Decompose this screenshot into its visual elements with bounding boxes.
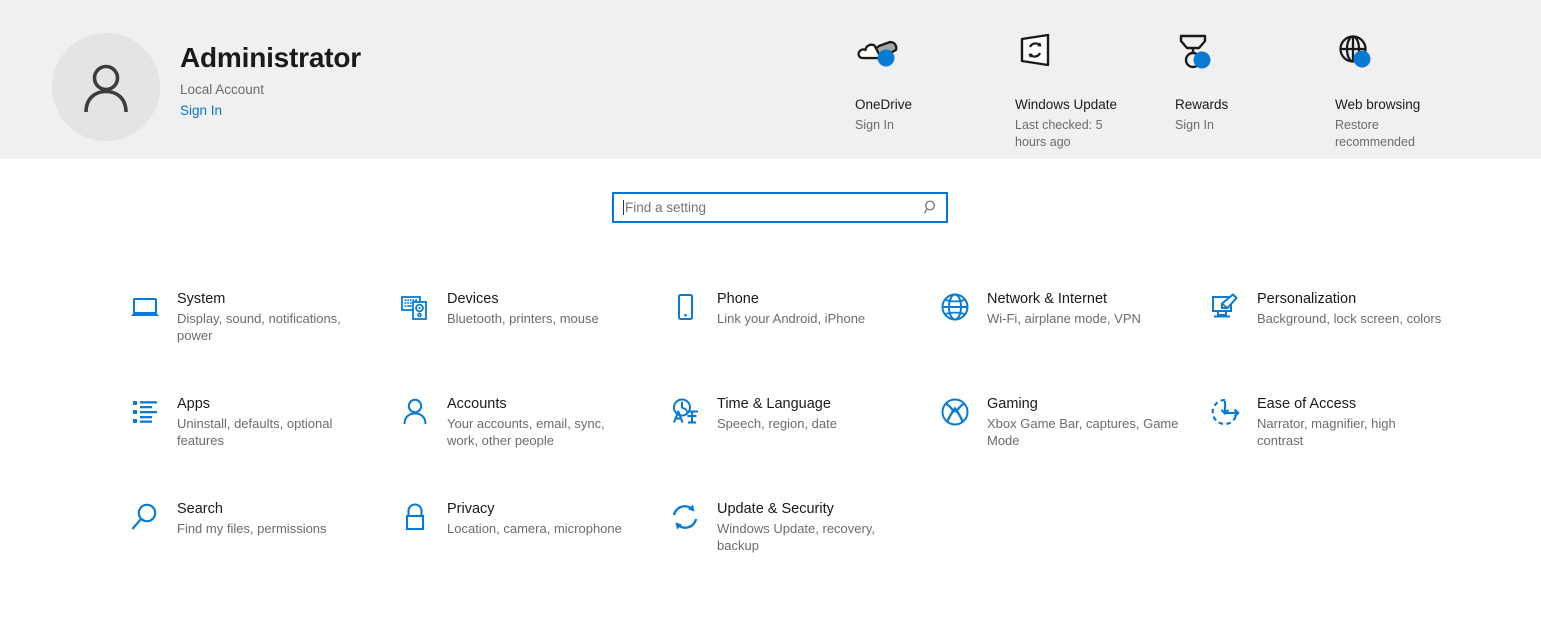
settings-tile-title: Network & Internet bbox=[987, 290, 1141, 309]
settings-tile-title: Search bbox=[177, 500, 327, 519]
status-tile-web-browsing[interactable]: Web browsing Restore recommended bbox=[1335, 30, 1495, 150]
settings-tile-title: Accounts bbox=[447, 395, 633, 414]
settings-tile-title: Privacy bbox=[447, 500, 622, 519]
account-name: Administrator bbox=[180, 42, 361, 74]
onedrive-cloud-icon bbox=[855, 30, 1015, 76]
settings-tile-subtitle: Your accounts, email, sync, work, other … bbox=[447, 416, 633, 449]
globe-icon bbox=[938, 290, 972, 324]
status-tile-title: Windows Update bbox=[1015, 96, 1175, 114]
settings-tile-subtitle: Find my files, permissions bbox=[177, 521, 327, 538]
settings-tile-subtitle: Bluetooth, printers, mouse bbox=[447, 311, 599, 328]
settings-tile-title: Phone bbox=[717, 290, 865, 309]
search-input[interactable] bbox=[624, 198, 916, 218]
settings-tile-ease-of-access[interactable]: Ease of Access Narrator, magnifier, high… bbox=[1208, 388, 1456, 493]
settings-tile-subtitle: Wi-Fi, airplane mode, VPN bbox=[987, 311, 1141, 328]
avatar[interactable] bbox=[52, 33, 160, 141]
phone-icon bbox=[668, 290, 702, 324]
settings-tile-apps[interactable]: Apps Uninstall, defaults, optional featu… bbox=[128, 388, 376, 493]
status-tile-onedrive[interactable]: OneDrive Sign In bbox=[855, 30, 1015, 150]
settings-tile-accounts[interactable]: Accounts Your accounts, email, sync, wor… bbox=[398, 388, 646, 493]
settings-tile-title: Personalization bbox=[1257, 290, 1441, 309]
status-tile-subtitle: Restore recommended bbox=[1335, 117, 1440, 150]
keyboard-mouse-icon bbox=[398, 290, 432, 324]
status-tiles: OneDrive Sign In Windows Update Last che… bbox=[855, 30, 1495, 150]
settings-tile-subtitle: Background, lock screen, colors bbox=[1257, 311, 1441, 328]
settings-tile-privacy[interactable]: Privacy Location, camera, microphone bbox=[398, 493, 646, 598]
settings-tile-subtitle: Speech, region, date bbox=[717, 416, 837, 433]
xbox-icon bbox=[938, 395, 972, 429]
settings-tile-title: Gaming bbox=[987, 395, 1186, 414]
settings-tile-subtitle: Display, sound, notifications, power bbox=[177, 311, 363, 344]
windows-update-monitor-icon bbox=[1015, 30, 1175, 76]
settings-tile-title: Ease of Access bbox=[1257, 395, 1443, 414]
clock-language-icon bbox=[668, 395, 702, 429]
rewards-medal-icon bbox=[1175, 30, 1335, 76]
settings-tile-subtitle: Windows Update, recovery, backup bbox=[717, 521, 903, 554]
search-box[interactable] bbox=[612, 192, 948, 223]
settings-tile-title: Update & Security bbox=[717, 500, 903, 519]
settings-tile-title: Apps bbox=[177, 395, 363, 414]
settings-tile-title: Devices bbox=[447, 290, 599, 309]
person-icon bbox=[398, 395, 432, 429]
status-tile-title: OneDrive bbox=[855, 96, 1015, 114]
settings-tile-update-security[interactable]: Update & Security Windows Update, recove… bbox=[668, 493, 916, 598]
globe-icon bbox=[1335, 30, 1495, 76]
settings-tile-phone[interactable]: Phone Link your Android, iPhone bbox=[668, 283, 916, 388]
monitor-brush-icon bbox=[1208, 290, 1242, 324]
ease-of-access-icon bbox=[1208, 395, 1242, 429]
status-tile-title: Web browsing bbox=[1335, 96, 1495, 114]
status-tile-title: Rewards bbox=[1175, 96, 1335, 114]
settings-tile-gaming[interactable]: Gaming Xbox Game Bar, captures, Game Mod… bbox=[938, 388, 1186, 493]
status-tile-subtitle: Sign In bbox=[855, 117, 960, 134]
account-sign-in-link[interactable]: Sign In bbox=[180, 102, 361, 120]
account-block: Administrator Local Account Sign In bbox=[52, 33, 361, 141]
settings-tile-system[interactable]: System Display, sound, notifications, po… bbox=[128, 283, 376, 388]
settings-tile-subtitle: Link your Android, iPhone bbox=[717, 311, 865, 328]
settings-tile-devices[interactable]: Devices Bluetooth, printers, mouse bbox=[398, 283, 646, 388]
settings-tile-time-language[interactable]: Time & Language Speech, region, date bbox=[668, 388, 916, 493]
account-type: Local Account bbox=[180, 81, 361, 99]
status-tile-subtitle: Sign In bbox=[1175, 117, 1280, 134]
laptop-icon bbox=[128, 290, 162, 324]
settings-tile-title: Time & Language bbox=[717, 395, 837, 414]
settings-tile-search[interactable]: Search Find my files, permissions bbox=[128, 493, 376, 598]
search-icon[interactable] bbox=[916, 200, 946, 215]
settings-grid: System Display, sound, notifications, po… bbox=[128, 283, 1458, 598]
status-tile-subtitle: Last checked: 5 hours ago bbox=[1015, 117, 1120, 150]
status-tile-rewards[interactable]: Rewards Sign In bbox=[1175, 30, 1335, 150]
status-tile-windows-update[interactable]: Windows Update Last checked: 5 hours ago bbox=[1015, 30, 1175, 150]
settings-tile-personalization[interactable]: Personalization Background, lock screen,… bbox=[1208, 283, 1456, 388]
lock-icon bbox=[398, 500, 432, 534]
settings-tile-subtitle: Xbox Game Bar, captures, Game Mode bbox=[987, 416, 1186, 449]
settings-tile-subtitle: Location, camera, microphone bbox=[447, 521, 622, 538]
refresh-circle-icon bbox=[668, 500, 702, 534]
settings-tile-subtitle: Narrator, magnifier, high contrast bbox=[1257, 416, 1443, 449]
settings-tile-subtitle: Uninstall, defaults, optional features bbox=[177, 416, 363, 449]
settings-tile-title: System bbox=[177, 290, 363, 309]
search-icon bbox=[128, 500, 162, 534]
settings-tile-network-internet[interactable]: Network & Internet Wi-Fi, airplane mode,… bbox=[938, 283, 1186, 388]
app-list-icon bbox=[128, 395, 162, 429]
person-icon bbox=[75, 56, 137, 118]
